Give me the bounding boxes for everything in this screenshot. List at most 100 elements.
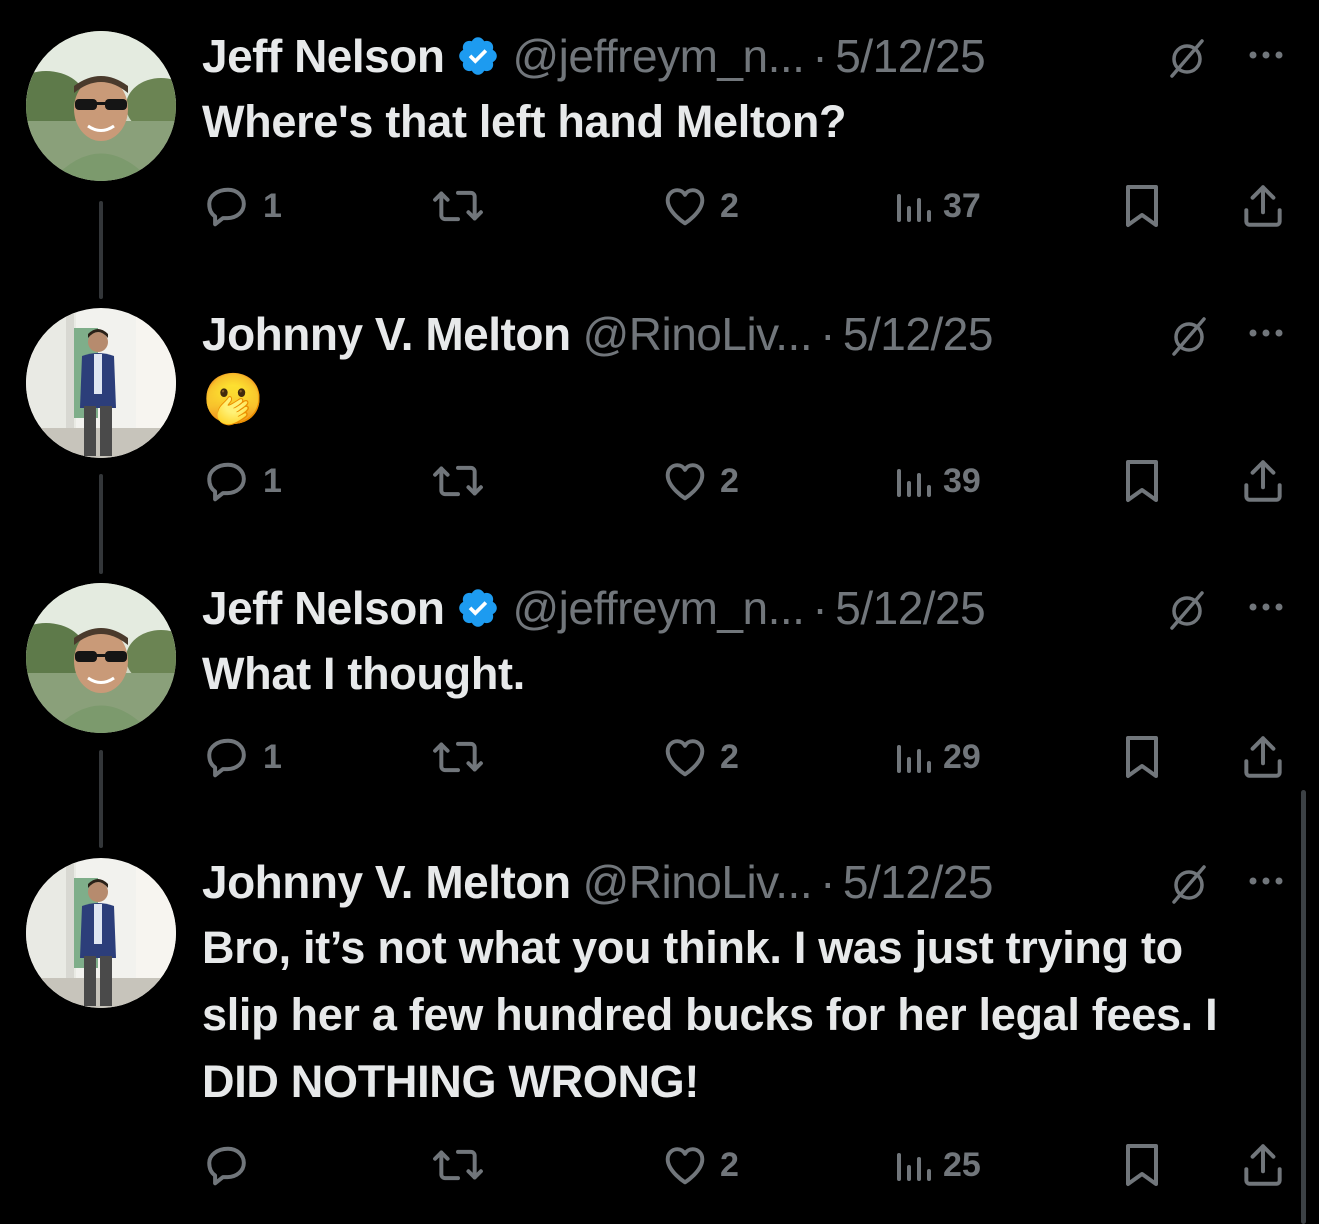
view-count: 37: [943, 186, 981, 225]
more-icon[interactable]: [1244, 866, 1288, 896]
avatar[interactable]: [26, 583, 176, 733]
tweet-header: Jeff Nelson @jeffreym_n... · 5/12/25: [202, 578, 986, 638]
more-icon[interactable]: [1244, 318, 1288, 348]
display-name[interactable]: Johnny V. Melton: [202, 855, 571, 909]
tweet-date[interactable]: 5/12/25: [835, 581, 985, 635]
like-count: 2: [720, 461, 739, 500]
display-name[interactable]: Jeff Nelson: [202, 29, 445, 83]
like-count: 2: [720, 1145, 739, 1184]
share-button[interactable]: [1238, 1140, 1288, 1190]
separator-dot: ·: [812, 582, 828, 634]
like-button[interactable]: 2: [660, 181, 739, 231]
views-icon: [897, 745, 931, 773]
tweet-text: Where's that left hand Melton?: [202, 96, 847, 147]
views-button[interactable]: 29: [893, 732, 981, 782]
user-handle[interactable]: @jeffreym_n...: [512, 581, 804, 635]
view-count: 25: [943, 1145, 981, 1184]
reply-count: 1: [263, 186, 282, 225]
reply-button[interactable]: 1: [203, 732, 282, 782]
verified-badge-icon: [456, 34, 500, 78]
display-name[interactable]: Johnny V. Melton: [202, 307, 571, 361]
retweet-icon: [433, 465, 483, 497]
tweet-date[interactable]: 5/12/25: [843, 855, 993, 909]
like-button[interactable]: 2: [660, 732, 739, 782]
retweet-button[interactable]: [430, 181, 486, 231]
retweet-icon: [433, 190, 483, 222]
views-icon: [897, 469, 931, 497]
grok-icon[interactable]: [1165, 36, 1209, 80]
separator-dot: ·: [820, 308, 835, 360]
view-count: 39: [943, 461, 981, 500]
display-name[interactable]: Jeff Nelson: [202, 581, 445, 635]
reply-button[interactable]: 1: [203, 181, 282, 231]
separator-dot: ·: [820, 856, 835, 908]
like-icon: [665, 188, 705, 226]
like-icon: [665, 463, 705, 501]
retweet-button[interactable]: [430, 1140, 486, 1190]
more-icon[interactable]: [1244, 592, 1288, 622]
tweet-actions: 1 2 39: [0, 456, 1300, 506]
share-icon: [1244, 1144, 1282, 1186]
views-button[interactable]: 39: [893, 456, 981, 506]
share-icon: [1244, 460, 1282, 502]
tweet-actions: 2 25: [0, 1140, 1300, 1190]
user-handle[interactable]: @RinoLiv...: [583, 307, 813, 361]
like-button[interactable]: 2: [660, 456, 739, 506]
bookmark-button[interactable]: [1120, 181, 1164, 231]
conversation-thread: Jeff Nelson @jeffreym_n... · 5/12/25 Whe…: [0, 0, 1319, 1224]
reply-icon: [207, 187, 246, 227]
tweet[interactable]: Jeff Nelson @jeffreym_n... · 5/12/25 Wha…: [0, 578, 1300, 848]
reply-button[interactable]: [203, 1140, 263, 1190]
reply-icon: [207, 462, 246, 502]
tweet[interactable]: Johnny V. Melton @RinoLiv... · 5/12/25 🫢…: [0, 304, 1300, 574]
emoji: 🫢: [202, 371, 264, 427]
tweet-text: What I thought.: [202, 648, 525, 699]
tweet-actions: 1 2 37: [0, 181, 1300, 231]
reply-button[interactable]: 1: [203, 456, 282, 506]
bookmark-button[interactable]: [1120, 732, 1164, 782]
bookmark-icon: [1126, 1144, 1158, 1186]
reply-icon: [207, 1146, 246, 1186]
tweet-text: Bro, it’s not what you think. I was just…: [202, 922, 1218, 1107]
view-count: 29: [943, 737, 981, 776]
grok-icon[interactable]: [1167, 314, 1211, 358]
bookmark-icon: [1126, 736, 1158, 778]
reply-count: 1: [263, 461, 282, 500]
tweet[interactable]: Jeff Nelson @jeffreym_n... · 5/12/25 Whe…: [0, 26, 1300, 299]
avatar[interactable]: [26, 308, 176, 458]
tweet-date[interactable]: 5/12/25: [835, 29, 985, 83]
tweet-text: 🫢: [202, 366, 1262, 434]
tweet[interactable]: Johnny V. Melton @RinoLiv... · 5/12/25 B…: [0, 852, 1300, 1224]
grok-icon[interactable]: [1167, 862, 1211, 906]
retweet-icon: [433, 741, 483, 773]
views-icon: [897, 194, 931, 222]
like-button[interactable]: 2: [660, 1140, 739, 1190]
views-icon: [897, 1153, 931, 1181]
share-button[interactable]: [1238, 732, 1288, 782]
user-handle[interactable]: @jeffreym_n...: [512, 29, 804, 83]
like-count: 2: [720, 737, 739, 776]
reply-count: 1: [263, 737, 282, 776]
retweet-button[interactable]: [430, 456, 486, 506]
views-button[interactable]: 25: [893, 1140, 981, 1190]
tweet-actions: 1 2 29: [0, 732, 1300, 782]
tweet-header: Jeff Nelson @jeffreym_n... · 5/12/25: [202, 26, 986, 86]
avatar[interactable]: [26, 858, 176, 1008]
like-count: 2: [720, 186, 739, 225]
more-icon[interactable]: [1244, 40, 1288, 70]
share-button[interactable]: [1238, 456, 1288, 506]
tweet-header: Johnny V. Melton @RinoLiv... · 5/12/25: [202, 304, 993, 364]
avatar[interactable]: [26, 31, 176, 181]
user-handle[interactable]: @RinoLiv...: [583, 855, 813, 909]
views-button[interactable]: 37: [893, 181, 981, 231]
share-button[interactable]: [1238, 181, 1288, 231]
bookmark-button[interactable]: [1120, 1140, 1164, 1190]
bookmark-icon: [1126, 185, 1158, 227]
tweet-date[interactable]: 5/12/25: [843, 307, 993, 361]
retweet-icon: [433, 1149, 483, 1181]
retweet-button[interactable]: [430, 732, 486, 782]
bookmark-button[interactable]: [1120, 456, 1164, 506]
grok-icon[interactable]: [1165, 588, 1209, 632]
like-icon: [665, 739, 705, 777]
scrollbar[interactable]: [1301, 790, 1306, 1224]
